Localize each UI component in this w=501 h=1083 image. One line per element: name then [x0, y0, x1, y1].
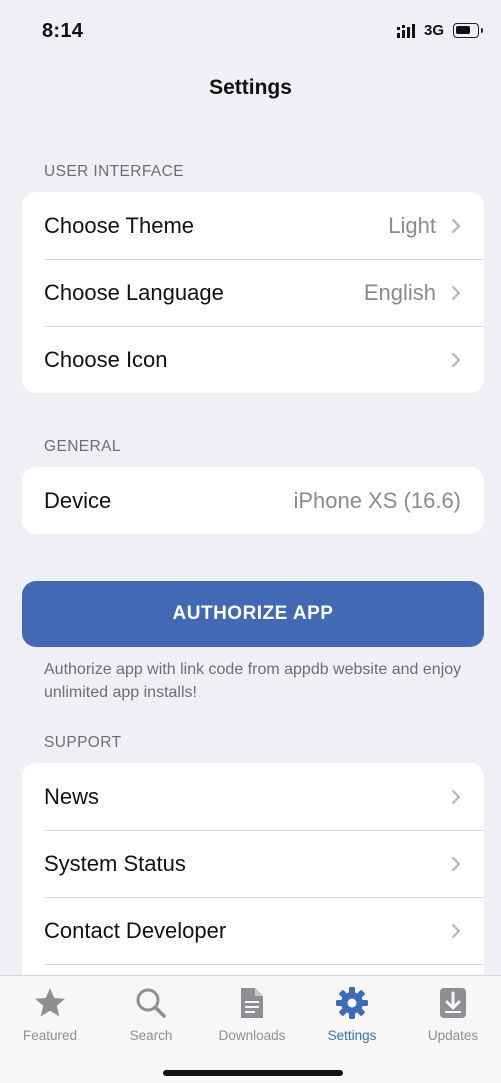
status-time: 8:14 — [42, 20, 84, 42]
general-card: Device iPhone XS (16.6) — [22, 467, 484, 534]
search-icon — [136, 988, 166, 1018]
choose-icon-row[interactable]: Choose Icon — [22, 326, 484, 393]
authorize-app-button[interactable]: AUTHORIZE APP — [22, 581, 484, 647]
chevron-right-icon — [451, 789, 461, 805]
tab-label: Search — [129, 1028, 173, 1043]
row-value: Light — [388, 212, 436, 238]
support-card: News System Status Contact Developer — [22, 763, 484, 993]
chevron-right-icon — [451, 218, 461, 234]
signal-strength-icon — [397, 24, 415, 38]
tab-updates[interactable]: Updates — [403, 986, 501, 1043]
tab-search[interactable]: Search — [101, 986, 201, 1043]
device-row: Device iPhone XS (16.6) — [22, 467, 484, 534]
system-status-row[interactable]: System Status — [22, 830, 484, 897]
tab-featured[interactable]: Featured — [0, 986, 100, 1043]
status-bar: 8:14 3G — [0, 0, 501, 62]
network-type: 3G — [424, 22, 445, 39]
tab-label: Updates — [427, 1028, 479, 1043]
contact-developer-row[interactable]: Contact Developer — [22, 897, 484, 964]
news-row[interactable]: News — [22, 763, 484, 830]
tab-downloads[interactable]: Downloads — [202, 986, 302, 1043]
star-icon — [35, 988, 65, 1017]
tab-bar: Featured Search Downloads Settings Updat… — [0, 975, 501, 1083]
page-title: Settings — [209, 76, 292, 99]
row-label: Choose Icon — [44, 346, 168, 372]
tab-label: Downloads — [218, 1028, 286, 1043]
document-icon — [241, 988, 263, 1018]
chevron-right-icon — [451, 352, 461, 368]
choose-language-row[interactable]: Choose Language English — [22, 259, 484, 326]
row-label: News — [44, 783, 100, 809]
row-label: Choose Language — [44, 279, 224, 305]
tab-label: Settings — [327, 1028, 377, 1043]
row-label: Device — [44, 487, 112, 513]
gear-icon — [336, 987, 368, 1019]
user-interface-card: Choose Theme Light Choose Language Engli… — [22, 192, 484, 393]
row-value: English — [363, 279, 436, 305]
section-header-user-interface: USER INTERFACE — [44, 163, 184, 180]
chevron-right-icon — [451, 923, 461, 939]
choose-theme-row[interactable]: Choose Theme Light — [22, 192, 484, 259]
row-label: System Status — [44, 850, 186, 876]
row-label: Contact Developer — [44, 917, 227, 943]
device-value: iPhone XS (16.6) — [293, 487, 461, 513]
section-header-support: SUPPORT — [44, 734, 122, 751]
download-tray-icon — [440, 988, 466, 1018]
tab-label: Featured — [22, 1028, 78, 1043]
section-header-general: GENERAL — [44, 438, 121, 455]
battery-icon — [453, 23, 483, 38]
authorize-note: Authorize app with link code from appdb … — [44, 661, 462, 701]
row-label: Choose Theme — [44, 212, 195, 238]
tab-settings[interactable]: Settings — [302, 986, 402, 1043]
home-indicator — [163, 1070, 343, 1076]
chevron-right-icon — [451, 285, 461, 301]
chevron-right-icon — [451, 856, 461, 872]
